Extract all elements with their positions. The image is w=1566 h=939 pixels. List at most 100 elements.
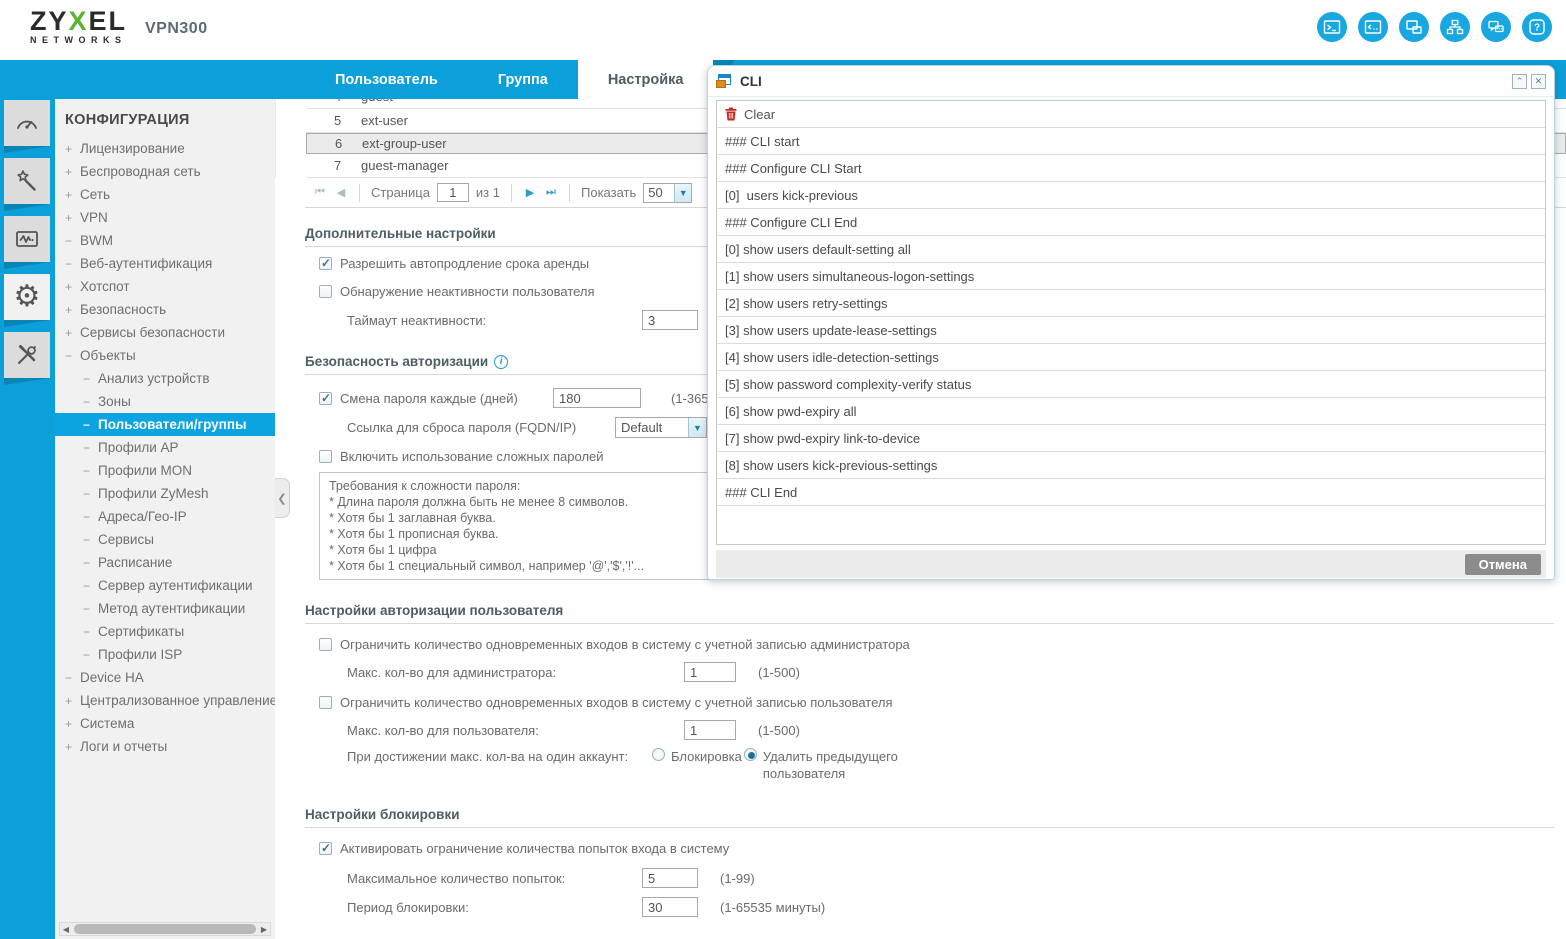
sidebar-item-8[interactable]: + Сервисы безопасности — [55, 321, 275, 344]
cli-row[interactable]: [2] show users retry-settings — [717, 290, 1545, 317]
help-icon[interactable]: ? — [1522, 12, 1552, 42]
kick-previous-radio[interactable] — [743, 748, 757, 761]
sidebar-item-13[interactable]: − Профили AP — [55, 436, 275, 459]
sidebar-item-12[interactable]: − Пользователи/группы — [55, 413, 275, 436]
sidebar-item-label: Сервисы безопасности — [80, 325, 226, 340]
sidebar-item-21[interactable]: − Сертификаты — [55, 620, 275, 643]
cli-row[interactable]: [6] show pwd-expiry all — [717, 398, 1545, 425]
divider — [569, 183, 570, 202]
expand-icon: − — [83, 486, 91, 501]
cancel-button[interactable]: Отмена — [1464, 553, 1541, 575]
expand-icon: + — [65, 739, 73, 754]
sidebar-item-14[interactable]: − Профили MON — [55, 459, 275, 482]
last-page-icon[interactable]: ⏭ — [544, 186, 558, 199]
console-icon[interactable] — [1317, 12, 1347, 42]
lockout-period-input[interactable] — [642, 897, 698, 917]
sidebar-item-26[interactable]: + Логи и отчеты — [55, 735, 275, 758]
sidebar-item-22[interactable]: − Профили ISP — [55, 643, 275, 666]
auto-renew-checkbox[interactable] — [319, 256, 332, 270]
sidebar-collapse-handle[interactable]: ❮ — [275, 478, 290, 518]
sidebar-item-11[interactable]: − Зоны — [55, 390, 275, 413]
monitor-icon[interactable] — [4, 216, 50, 269]
sitemap-icon[interactable] — [1440, 12, 1470, 42]
cli-row[interactable]: [1] show users simultaneous-logon-settin… — [717, 263, 1545, 290]
sidebar-item-20[interactable]: − Метод аутентификации — [55, 597, 275, 620]
pwd-change-input[interactable] — [553, 388, 641, 408]
sidebar-item-16[interactable]: − Адреса/Гео-IP — [55, 505, 275, 528]
sidebar-item-17[interactable]: − Сервисы — [55, 528, 275, 551]
wizard-icon[interactable] — [4, 158, 50, 211]
sidebar-item-0[interactable]: + Лицензирование — [55, 137, 275, 160]
max-attempts-input[interactable] — [642, 868, 698, 888]
sidebar-item-25[interactable]: + Система — [55, 712, 275, 735]
sidebar-item-24[interactable]: + Централизованное управление — [55, 689, 275, 712]
cli-row[interactable]: [7] show pwd-expiry link-to-device — [717, 425, 1545, 452]
dashboard-icon[interactable] — [4, 100, 50, 153]
web-cli-icon[interactable] — [1358, 12, 1388, 42]
windows-icon[interactable] — [1399, 12, 1429, 42]
cli-row[interactable]: [0] show users default-setting all — [717, 236, 1545, 263]
scrollbar-thumb[interactable] — [74, 924, 256, 934]
cli-row[interactable]: ### CLI start — [717, 128, 1545, 155]
block-radio[interactable] — [652, 748, 665, 761]
sidebar-item-label: Объекты — [80, 348, 136, 363]
sidebar-item-label: Пользователи/группы — [98, 417, 247, 432]
cli-row[interactable]: ### Configure CLI Start — [717, 155, 1545, 182]
reset-link-select[interactable]: Default ▼ — [615, 417, 707, 438]
sidebar-item-5[interactable]: − Веб-аутентификация — [55, 252, 275, 275]
sidebar-item-9[interactable]: − Объекты — [55, 344, 275, 367]
lockout-enable-checkbox[interactable] — [319, 841, 332, 855]
complex-pwd-checkbox[interactable] — [319, 450, 332, 463]
expand-icon: + — [65, 187, 73, 202]
sidebar-item-23[interactable]: − Device HA — [55, 666, 275, 689]
sidebar-item-2[interactable]: + Сеть — [55, 183, 275, 206]
sidebar-item-15[interactable]: − Профили ZyMesh — [55, 482, 275, 505]
cli-clear-button[interactable]: Clear — [717, 101, 1545, 128]
scroll-left-icon[interactable]: ◀ — [60, 925, 72, 934]
sidebar-item-1[interactable]: + Беспроводная сеть — [55, 160, 275, 183]
cli-row[interactable]: [3] show users update-lease-settings — [717, 317, 1545, 344]
cli-row[interactable]: [5] show password complexity-verify stat… — [717, 371, 1545, 398]
cli-row[interactable]: ### Configure CLI End — [717, 209, 1545, 236]
cli-row[interactable]: ### CLI End — [717, 479, 1545, 506]
sidebar-item-4[interactable]: − BWM — [55, 229, 275, 252]
sidebar-item-3[interactable]: + VPN — [55, 206, 275, 229]
page-input[interactable] — [436, 183, 469, 202]
sidebar-item-6[interactable]: + Хотспот — [55, 275, 275, 298]
max-admin-input[interactable] — [684, 662, 736, 682]
cli-title-bar[interactable]: CLI ⌃ ✕ — [708, 66, 1554, 97]
tab-settings[interactable]: Настройка — [577, 60, 736, 99]
sidebar-item-7[interactable]: + Безопасность — [55, 298, 275, 321]
sidebar-scrollbar[interactable]: ◀ ▶ — [59, 922, 271, 936]
forum-icon[interactable] — [1481, 12, 1511, 42]
limit-user-checkbox[interactable] — [319, 696, 332, 709]
expand-icon: − — [65, 348, 73, 363]
scroll-right-icon[interactable]: ▶ — [258, 925, 270, 934]
expand-icon: − — [65, 670, 73, 685]
sidebar-item-10[interactable]: − Анализ устройств — [55, 367, 275, 390]
idle-timeout-input[interactable] — [642, 310, 698, 330]
sidebar-item-18[interactable]: − Расписание — [55, 551, 275, 574]
limit-admin-checkbox[interactable] — [319, 638, 332, 651]
first-page-icon[interactable]: ⏮ — [313, 186, 327, 199]
cli-row[interactable]: [0] users kick-previous — [717, 182, 1545, 209]
sidebar-item-19[interactable]: − Сервер аутентификации — [55, 574, 275, 597]
tab-user[interactable]: Пользователь — [305, 60, 468, 99]
maintenance-icon[interactable] — [4, 332, 50, 385]
prev-page-icon[interactable]: ◀ — [334, 186, 348, 199]
next-page-icon[interactable]: ▶ — [523, 186, 537, 199]
collapse-icon[interactable]: ⌃ — [1512, 73, 1527, 89]
info-icon[interactable]: i — [494, 354, 509, 369]
configuration-icon[interactable]: ⚙ — [4, 274, 50, 327]
page-size-select[interactable]: 50 ▼ — [643, 182, 693, 203]
cli-empty-area — [717, 506, 1545, 544]
block-radio-option: Блокировка — [652, 748, 742, 765]
cli-row[interactable]: [4] show users idle-detection-settings — [717, 344, 1545, 371]
idle-detect-checkbox[interactable] — [319, 285, 332, 298]
close-icon[interactable]: ✕ — [1531, 73, 1546, 89]
tab-group[interactable]: Группа — [468, 60, 578, 99]
cli-row[interactable]: [8] show users kick-previous-settings — [717, 452, 1545, 479]
pwd-change-checkbox[interactable] — [319, 391, 332, 405]
expand-icon: − — [83, 555, 91, 570]
max-user-input[interactable] — [684, 720, 736, 740]
